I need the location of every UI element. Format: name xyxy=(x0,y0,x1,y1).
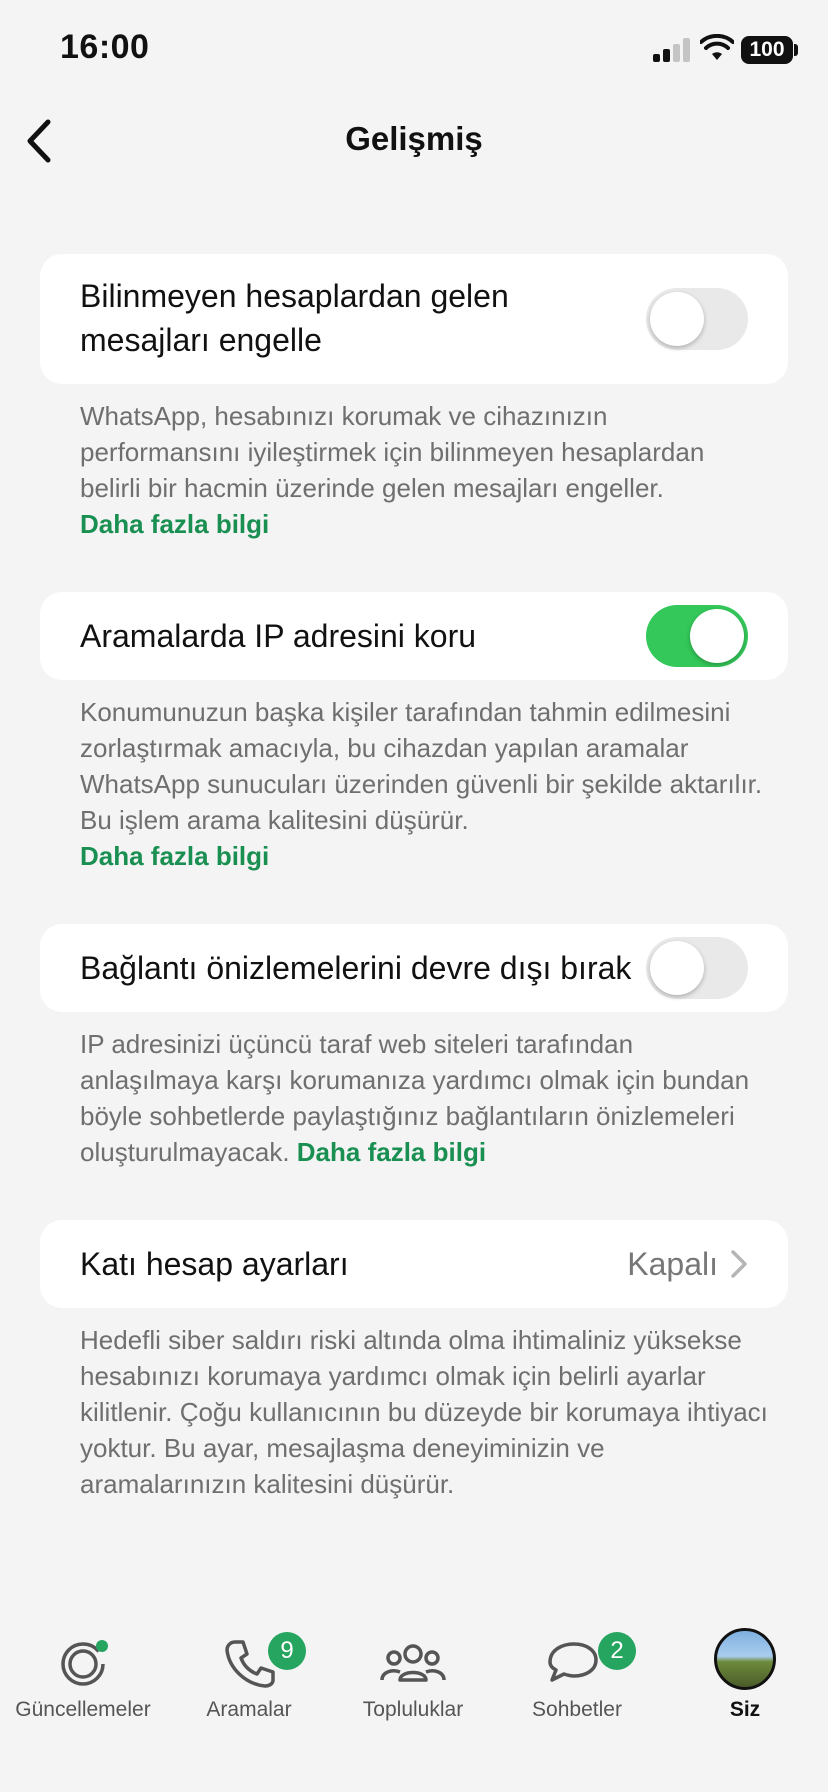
avatar xyxy=(714,1628,776,1690)
tab-label: Topluluklar xyxy=(362,1698,464,1721)
protect-ip-description: Konumunuzun başka kişiler tarafından tah… xyxy=(80,694,770,874)
block-unknown-accounts-row[interactable]: Bilinmeyen hesaplardan gelen mesajları e… xyxy=(40,254,788,384)
link-previews-label: Bağlantı önizlemelerini devre dışı bırak xyxy=(80,950,632,986)
tab-you[interactable]: Siz xyxy=(662,1620,828,1740)
page-title: Gelişmiş xyxy=(345,120,483,157)
cellular-signal-icon xyxy=(653,38,691,62)
toggle-knob xyxy=(650,941,704,995)
battery-icon: 100 xyxy=(741,36,793,64)
strict-account-label: Katı hesap ayarları xyxy=(80,1246,349,1282)
tab-updates[interactable]: Güncellemeler xyxy=(0,1620,166,1740)
link-previews-description: IP adresinizi üçüncü taraf web siteleri … xyxy=(80,1026,770,1170)
tab-communities[interactable]: Topluluklar xyxy=(330,1620,496,1740)
link-previews-toggle[interactable] xyxy=(646,937,748,999)
wifi-icon xyxy=(700,34,734,60)
block-unknown-label-line2: mesajları engelle xyxy=(80,322,322,358)
block-unknown-description-text: WhatsApp, hesabınızı korumak ve cihazını… xyxy=(80,401,705,503)
protect-ip-learn-more-link[interactable]: Daha fazla bilgi xyxy=(80,838,770,874)
tab-chats[interactable]: 2 Sohbetler xyxy=(494,1620,660,1740)
tab-label: Aramalar xyxy=(206,1698,292,1721)
communities-icon xyxy=(380,1644,446,1682)
calls-badge: 9 xyxy=(268,1632,306,1670)
chats-badge: 2 xyxy=(598,1632,636,1670)
protect-ip-toggle[interactable] xyxy=(646,605,748,667)
block-unknown-toggle[interactable] xyxy=(646,288,748,350)
status-bar: 16:00 100 xyxy=(0,0,828,100)
block-unknown-learn-more-link[interactable]: Daha fazla bilgi xyxy=(80,506,770,542)
tab-label: Güncellemeler xyxy=(15,1698,151,1721)
block-unknown-description: WhatsApp, hesabınızı korumak ve cihazını… xyxy=(80,398,770,542)
status-time: 16:00 xyxy=(60,28,150,66)
strict-account-value: Kapalı xyxy=(627,1246,718,1282)
tab-calls[interactable]: 9 Aramalar xyxy=(166,1620,332,1740)
nav-bar: Gelişmiş xyxy=(0,100,828,180)
block-unknown-label: Bilinmeyen hesaplardan gelen mesajları e… xyxy=(80,274,509,362)
toggle-knob xyxy=(650,292,704,346)
link-previews-row[interactable]: Bağlantı önizlemelerini devre dışı bırak xyxy=(40,924,788,1012)
tab-label: Siz xyxy=(729,1698,761,1721)
protect-ip-description-text: Konumunuzun başka kişiler tarafından tah… xyxy=(80,697,763,835)
toggle-knob xyxy=(690,609,744,663)
strict-account-description: Hedefli siber saldırı riski altında olma… xyxy=(80,1325,768,1499)
chevron-right-icon xyxy=(731,1250,747,1278)
block-unknown-label-line1: Bilinmeyen hesaplardan gelen xyxy=(80,278,509,314)
updates-dot xyxy=(96,1640,108,1652)
protect-ip-row[interactable]: Aramalarda IP adresini koru xyxy=(40,592,788,680)
tab-label: Sohbetler xyxy=(532,1698,622,1721)
strict-account-row[interactable]: Katı hesap ayarları Kapalı xyxy=(40,1220,788,1308)
protect-ip-label: Aramalarda IP adresini koru xyxy=(80,618,477,654)
battery-cap xyxy=(794,44,798,56)
screen: 16:00 100 Gelişmiş Bilinmeyen hesaplarda… xyxy=(0,0,828,1792)
link-previews-learn-more-link[interactable]: Daha fazla bilgi xyxy=(297,1137,486,1167)
tab-bar: Güncellemeler 9 Aramalar Topluluklar 2 S… xyxy=(0,1620,828,1740)
